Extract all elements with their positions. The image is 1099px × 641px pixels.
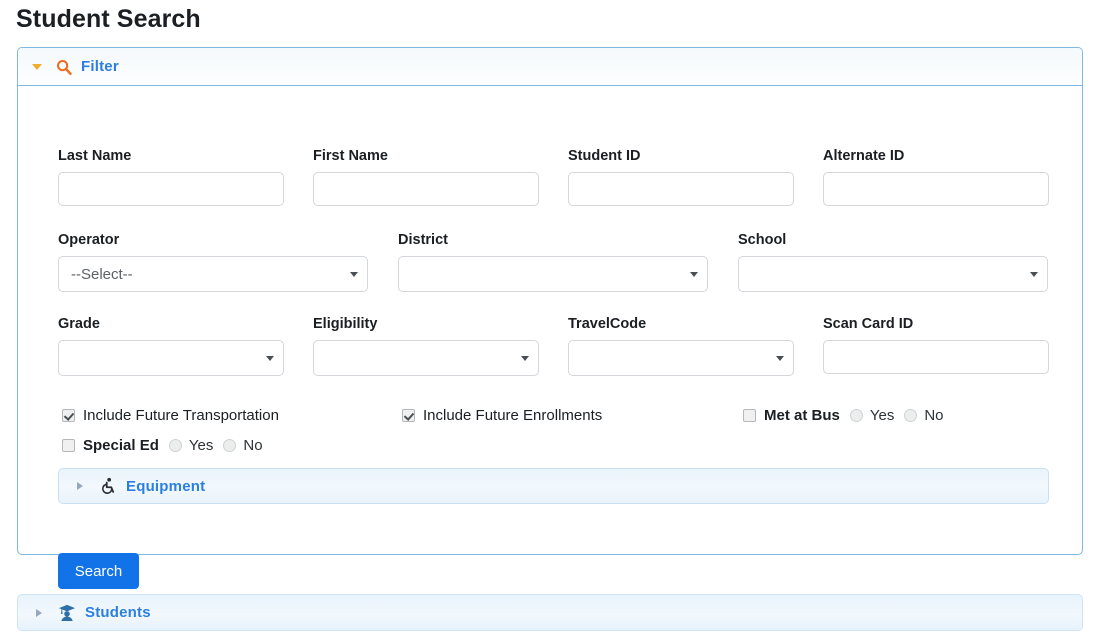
field-last-name: Last Name (58, 148, 284, 206)
scan-card-id-input[interactable] (823, 340, 1049, 374)
special-ed-group: Special Ed Yes No (62, 437, 263, 454)
include-future-enrollments-checkbox[interactable]: Include Future Enrollments (402, 407, 602, 424)
include-future-enrollments-label: Include Future Enrollments (423, 407, 602, 424)
alternate-id-input[interactable] (823, 172, 1049, 206)
chevron-down-icon (690, 272, 698, 277)
include-future-transportation-label: Include Future Transportation (83, 407, 279, 424)
field-eligibility: Eligibility (313, 316, 539, 376)
checkbox-icon[interactable] (402, 409, 415, 422)
district-select[interactable] (398, 256, 708, 292)
met-at-bus-label: Met at Bus (764, 407, 840, 424)
eligibility-select[interactable] (313, 340, 539, 376)
first-name-input[interactable] (313, 172, 539, 206)
filter-panel: Filter Last Name First Name Student ID A… (17, 47, 1083, 555)
special-ed-yes-radio[interactable] (169, 439, 182, 452)
field-travel-code: TravelCode (568, 316, 794, 376)
special-ed-checkbox-icon[interactable] (62, 439, 75, 452)
student-graduate-icon (58, 604, 76, 621)
field-grade: Grade (58, 316, 284, 376)
label-grade: Grade (58, 316, 284, 332)
special-ed-label: Special Ed (83, 437, 159, 454)
include-future-transportation-checkbox[interactable]: Include Future Transportation (62, 407, 279, 424)
caret-right-icon[interactable] (36, 609, 42, 617)
chevron-down-icon (776, 356, 784, 361)
label-travel-code: TravelCode (568, 316, 794, 332)
label-scan-card-id: Scan Card ID (823, 316, 1049, 332)
caret-down-icon[interactable] (32, 64, 42, 70)
special-ed-no-label: No (243, 437, 262, 454)
equipment-panel-header[interactable]: Equipment (58, 468, 1049, 504)
filter-panel-header[interactable]: Filter (18, 48, 1082, 86)
field-scan-card-id: Scan Card ID (823, 316, 1049, 374)
chevron-down-icon (1030, 272, 1038, 277)
field-operator: Operator --Select-- (58, 232, 368, 292)
filter-panel-title: Filter (81, 58, 119, 75)
student-id-input[interactable] (568, 172, 794, 206)
met-at-bus-no-label: No (924, 407, 943, 424)
chevron-down-icon (521, 356, 529, 361)
special-ed-no-radio[interactable] (223, 439, 236, 452)
label-operator: Operator (58, 232, 368, 248)
met-at-bus-yes-radio[interactable] (850, 409, 863, 422)
label-last-name: Last Name (58, 148, 284, 164)
wheelchair-accessible-icon (99, 477, 117, 495)
grade-select[interactable] (58, 340, 284, 376)
students-panel-title: Students (85, 604, 151, 621)
special-ed-yes-label: Yes (189, 437, 213, 454)
operator-select-value: --Select-- (71, 266, 133, 283)
magnifier-icon (56, 59, 72, 75)
met-at-bus-checkbox-icon[interactable] (743, 409, 756, 422)
chevron-down-icon (350, 272, 358, 277)
label-first-name: First Name (313, 148, 539, 164)
travel-code-select[interactable] (568, 340, 794, 376)
student-search-page: Student Search Filter Last Name First Na… (0, 0, 1099, 641)
equipment-panel-title: Equipment (126, 478, 205, 495)
operator-select[interactable]: --Select-- (58, 256, 368, 292)
chevron-down-icon (266, 356, 274, 361)
label-student-id: Student ID (568, 148, 794, 164)
field-district: District (398, 232, 708, 292)
met-at-bus-yes-label: Yes (870, 407, 894, 424)
caret-right-icon[interactable] (77, 482, 83, 490)
field-school: School (738, 232, 1048, 292)
label-district: District (398, 232, 708, 248)
field-first-name: First Name (313, 148, 539, 206)
field-alternate-id: Alternate ID (823, 148, 1049, 206)
checkbox-icon[interactable] (62, 409, 75, 422)
page-title: Student Search (16, 2, 201, 36)
school-select[interactable] (738, 256, 1048, 292)
search-button[interactable]: Search (58, 553, 139, 589)
label-eligibility: Eligibility (313, 316, 539, 332)
students-panel-header[interactable]: Students (17, 594, 1083, 631)
label-school: School (738, 232, 1048, 248)
met-at-bus-group: Met at Bus Yes No (743, 407, 944, 424)
field-student-id: Student ID (568, 148, 794, 206)
met-at-bus-no-radio[interactable] (904, 409, 917, 422)
label-alternate-id: Alternate ID (823, 148, 1049, 164)
last-name-input[interactable] (58, 172, 284, 206)
